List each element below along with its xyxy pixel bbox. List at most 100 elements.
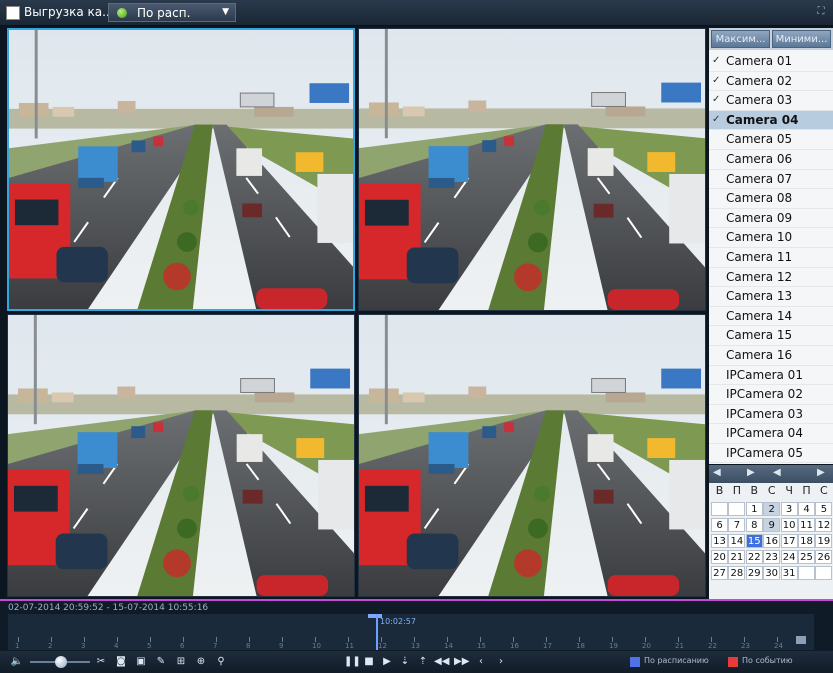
checkbox-empty-icon[interactable]: [712, 350, 722, 360]
camera-row[interactable]: IPCamera 03: [709, 405, 833, 425]
camera-row[interactable]: Camera 09: [709, 209, 833, 229]
video-tile-1[interactable]: [7, 28, 355, 311]
calendar-day[interactable]: 3: [780, 502, 798, 516]
checkbox-empty-icon[interactable]: [712, 154, 722, 164]
calendar-day[interactable]: 17: [780, 534, 798, 548]
checkbox-empty-icon[interactable]: [712, 174, 722, 184]
checkbox-empty-icon[interactable]: [712, 252, 722, 262]
pause-icon[interactable]: ❚❚: [344, 655, 361, 669]
camera-row[interactable]: ✓ Camera 01: [709, 52, 833, 72]
prev-frame-icon[interactable]: ‹: [474, 655, 488, 669]
tab-maximize[interactable]: Максим...: [711, 30, 770, 48]
calendar-day[interactable]: 25: [798, 550, 815, 564]
calendar-day[interactable]: 14: [728, 534, 746, 548]
calendar-day[interactable]: 18: [798, 534, 815, 548]
camera-row[interactable]: IPCamera 01: [709, 366, 833, 386]
calendar-day[interactable]: 1: [745, 502, 763, 516]
checkmark-icon[interactable]: ✓: [712, 56, 722, 66]
checkbox-empty-icon[interactable]: [712, 448, 722, 458]
calendar-day[interactable]: 31: [780, 566, 798, 580]
clip-icon[interactable]: ✂: [94, 655, 108, 669]
checkbox-empty-icon[interactable]: [712, 389, 722, 399]
timeline-bar[interactable]: 10:02:57 1 2 3 4 5 6 7 8 9 10 11 12 13 14 15 16 17 18 19 20…: [8, 614, 814, 650]
rewind-icon[interactable]: ◀◀: [434, 655, 449, 669]
camera-row[interactable]: Camera 15: [709, 326, 833, 346]
calendar-day[interactable]: 22: [745, 550, 763, 564]
calendar-day[interactable]: 7: [728, 518, 746, 532]
slow-icon[interactable]: ⇣: [398, 655, 412, 669]
camera-row[interactable]: Camera 08: [709, 189, 833, 209]
calendar-day[interactable]: 13: [711, 534, 728, 548]
fast-icon[interactable]: ⇡: [416, 655, 430, 669]
calendar-day[interactable]: 29: [745, 566, 763, 580]
snapshot-icon[interactable]: ◙: [114, 655, 128, 669]
camera-row[interactable]: ✓ Camera 04: [709, 110, 833, 131]
calendar-day[interactable]: 16: [763, 534, 781, 548]
zoom-icon[interactable]: ⊕: [194, 655, 208, 669]
next-frame-icon[interactable]: ›: [494, 655, 508, 669]
tab-minimize[interactable]: Миними...: [772, 30, 831, 48]
tag-icon[interactable]: ✎: [154, 655, 168, 669]
fast-forward-icon[interactable]: ▶▶: [454, 655, 469, 669]
calendar-day[interactable]: 20: [711, 550, 728, 564]
checkmark-icon[interactable]: ✓: [712, 75, 722, 86]
calendar-day[interactable]: 19: [815, 534, 833, 548]
video-tile-2[interactable]: [358, 28, 706, 311]
calendar-day[interactable]: 4: [798, 502, 815, 516]
video-tile-3[interactable]: [7, 314, 355, 597]
camera-row[interactable]: Camera 14: [709, 307, 833, 327]
play-icon[interactable]: ▶: [380, 655, 394, 669]
calendar-day[interactable]: 15: [745, 534, 763, 548]
next-month-icon[interactable]: ▶: [817, 467, 825, 478]
camera-row[interactable]: IPCamera 02: [709, 385, 833, 405]
calendar-day[interactable]: 12: [815, 518, 833, 532]
camera-row[interactable]: Camera 07: [709, 170, 833, 190]
checkmark-icon[interactable]: ✓: [712, 114, 722, 125]
calendar-day[interactable]: 27: [711, 566, 728, 580]
checkbox-empty-icon[interactable]: [712, 370, 722, 380]
calendar-day[interactable]: 11: [798, 518, 815, 532]
checkbox-empty-icon[interactable]: [712, 213, 722, 223]
fullscreen-icon[interactable]: ⛶: [815, 6, 827, 18]
stop-icon[interactable]: ■: [362, 655, 376, 669]
camera-row[interactable]: IPCamera 05: [709, 444, 833, 464]
video-tile-4[interactable]: [358, 314, 706, 597]
camera-row[interactable]: Camera 10: [709, 228, 833, 248]
lock-icon[interactable]: ▣: [134, 655, 148, 669]
calendar-day[interactable]: 21: [728, 550, 746, 564]
search-icon[interactable]: ⚲: [214, 655, 228, 669]
calendar-day[interactable]: 10: [780, 518, 798, 532]
checkbox-empty-icon[interactable]: [712, 193, 722, 203]
timeline-zoom-icon[interactable]: [796, 636, 806, 644]
camera-row[interactable]: Camera 13: [709, 287, 833, 307]
calendar-day[interactable]: 2: [763, 502, 781, 516]
calendar-day[interactable]: 8: [745, 518, 763, 532]
next-year-icon[interactable]: ▶: [747, 467, 755, 478]
calendar-day[interactable]: 24: [780, 550, 798, 564]
camera-row[interactable]: Camera 05: [709, 130, 833, 150]
checkbox-empty-icon[interactable]: [712, 232, 722, 242]
volume-slider-knob[interactable]: [55, 656, 67, 668]
calendar-day[interactable]: 30: [763, 566, 781, 580]
camera-row[interactable]: Camera 11: [709, 248, 833, 268]
camera-row[interactable]: IPCamera 04: [709, 424, 833, 444]
volume-icon[interactable]: 🔈: [10, 655, 24, 669]
camera-row[interactable]: ✓ Camera 03: [709, 91, 833, 111]
checkbox-empty-icon[interactable]: [712, 291, 722, 301]
checkbox-empty-icon[interactable]: [712, 428, 722, 438]
prev-year-icon[interactable]: ◀: [713, 467, 721, 478]
camera-row[interactable]: Camera 12: [709, 268, 833, 288]
export-checkbox[interactable]: [6, 6, 20, 20]
calendar-day[interactable]: 6: [711, 518, 728, 532]
camera-row[interactable]: Camera 16: [709, 346, 833, 366]
prev-month-icon[interactable]: ◀: [773, 467, 781, 478]
checkbox-empty-icon[interactable]: [712, 311, 722, 321]
calendar-day[interactable]: 9: [763, 518, 781, 532]
checkbox-empty-icon[interactable]: [712, 330, 722, 340]
calendar-day[interactable]: 23: [763, 550, 781, 564]
calendar-day[interactable]: 26: [815, 550, 833, 564]
checkbox-empty-icon[interactable]: [712, 409, 722, 419]
calendar-day[interactable]: 28: [728, 566, 746, 580]
camera-row[interactable]: ✓ Camera 02: [709, 72, 833, 92]
checkmark-icon[interactable]: ✓: [712, 95, 722, 105]
